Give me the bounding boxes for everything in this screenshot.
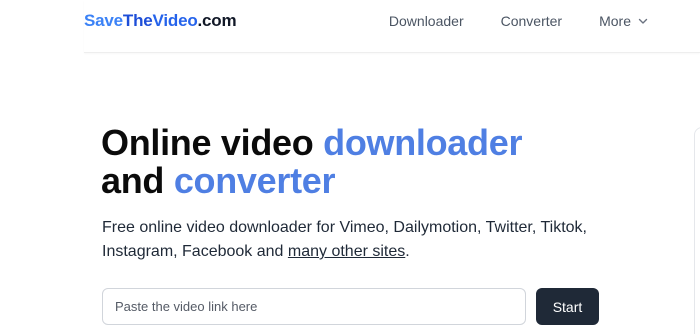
hero-title-accent-downloader: downloader — [323, 122, 523, 163]
hero-title-accent-converter: converter — [173, 160, 336, 201]
chevron-down-icon — [638, 18, 648, 24]
hero-description: Free online video downloader for Vimeo, … — [102, 216, 622, 264]
site-logo[interactable]: SaveTheVideo.com — [84, 11, 237, 31]
logo-text-save: Save — [84, 11, 123, 30]
logo-text-domain: .com — [197, 11, 237, 30]
hero-title: Online video downloader and converter — [101, 124, 522, 200]
main-nav: Downloader Converter More — [389, 13, 649, 29]
hero-title-line2: and — [101, 160, 174, 201]
many-other-sites-link[interactable]: many other sites — [288, 243, 405, 260]
logo-text-video: Video — [152, 11, 198, 30]
nav-downloader[interactable]: Downloader — [389, 13, 464, 29]
hero-description-end: . — [405, 243, 410, 260]
nav-more-label: More — [599, 13, 631, 29]
site-header: SaveTheVideo.com Downloader Converter Mo… — [84, 0, 700, 53]
nav-more[interactable]: More — [599, 13, 649, 29]
hero-title-line1: Online video — [101, 122, 324, 163]
nav-converter[interactable]: Converter — [501, 13, 562, 29]
side-card-edge — [694, 127, 700, 334]
start-button[interactable]: Start — [536, 288, 599, 325]
logo-text-the: The — [122, 11, 153, 30]
video-url-input[interactable] — [102, 288, 526, 325]
page: SaveTheVideo.com Downloader Converter Mo… — [0, 0, 700, 334]
